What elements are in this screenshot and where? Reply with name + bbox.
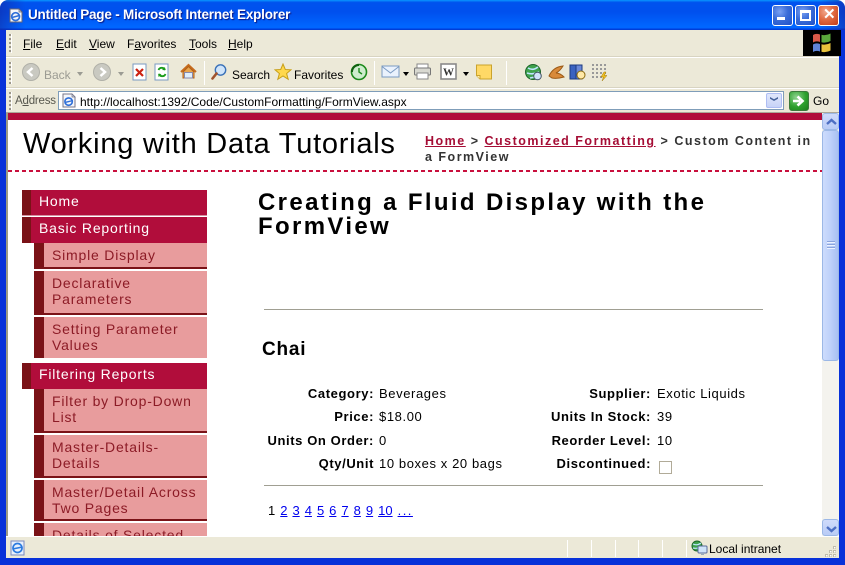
svg-text:W: W xyxy=(443,67,454,79)
